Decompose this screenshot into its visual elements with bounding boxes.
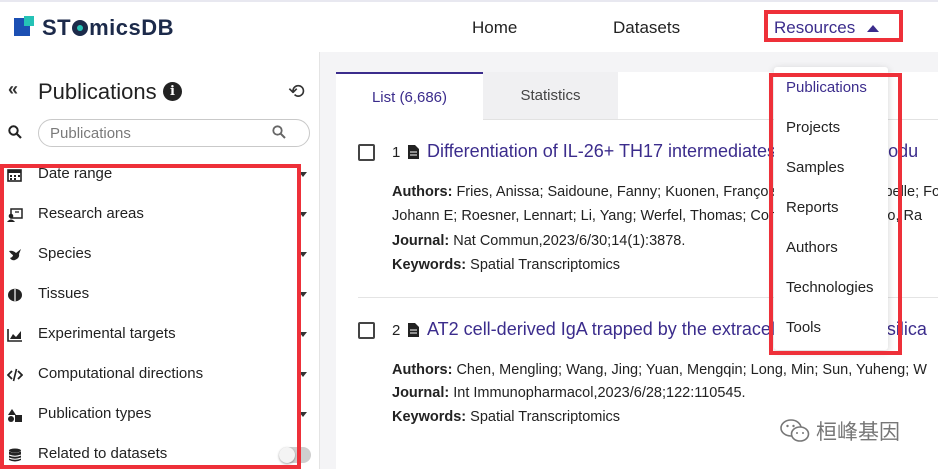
document-icon [408, 145, 419, 159]
info-icon[interactable]: i [163, 82, 182, 101]
select-checkbox[interactable] [358, 144, 375, 161]
reset-icon[interactable]: ⟲ [288, 79, 305, 104]
logo-text: ST micsDB [42, 15, 175, 40]
journal-line: Journal: Nat Commun,2023/6/30;14(1):3878… [392, 233, 686, 249]
stomicsdb-logo[interactable]: ST micsDB [14, 14, 174, 42]
tab-list[interactable]: List (6,686) [336, 72, 483, 120]
search-icon [8, 125, 22, 139]
watermark: 桓峰基因 [780, 413, 900, 449]
item-number: 2 [392, 322, 401, 339]
search-submit-icon[interactable] [272, 125, 286, 139]
keywords-line: Keywords: Spatial Transcriptomics [392, 257, 621, 273]
publication-search-input[interactable] [38, 119, 310, 147]
highlight-box-dropdown [769, 73, 902, 355]
double-chevron-left-icon[interactable]: « [8, 79, 18, 100]
logo-mark-icon [14, 16, 38, 40]
select-checkbox[interactable] [358, 322, 375, 339]
watermark-text: 桓峰基因 [816, 420, 900, 444]
authors-line: Authors: Chen, Mengling; Wang, Jing; Yua… [392, 362, 927, 378]
sidebar-title: Publications [38, 79, 157, 104]
nav-home[interactable]: Home [472, 18, 517, 38]
nav-datasets[interactable]: Datasets [613, 18, 680, 38]
item-number: 1 [392, 144, 401, 161]
wechat-icon [780, 419, 810, 442]
highlight-box-resources [764, 10, 903, 42]
highlight-box-filters [0, 164, 301, 469]
keywords-line: Keywords: Spatial Transcriptomics [392, 409, 621, 425]
tab-statistics[interactable]: Statistics [483, 72, 618, 120]
document-icon [408, 323, 419, 337]
journal-line: Journal: Int Immunopharmacol,2023/6/28;1… [392, 385, 746, 401]
